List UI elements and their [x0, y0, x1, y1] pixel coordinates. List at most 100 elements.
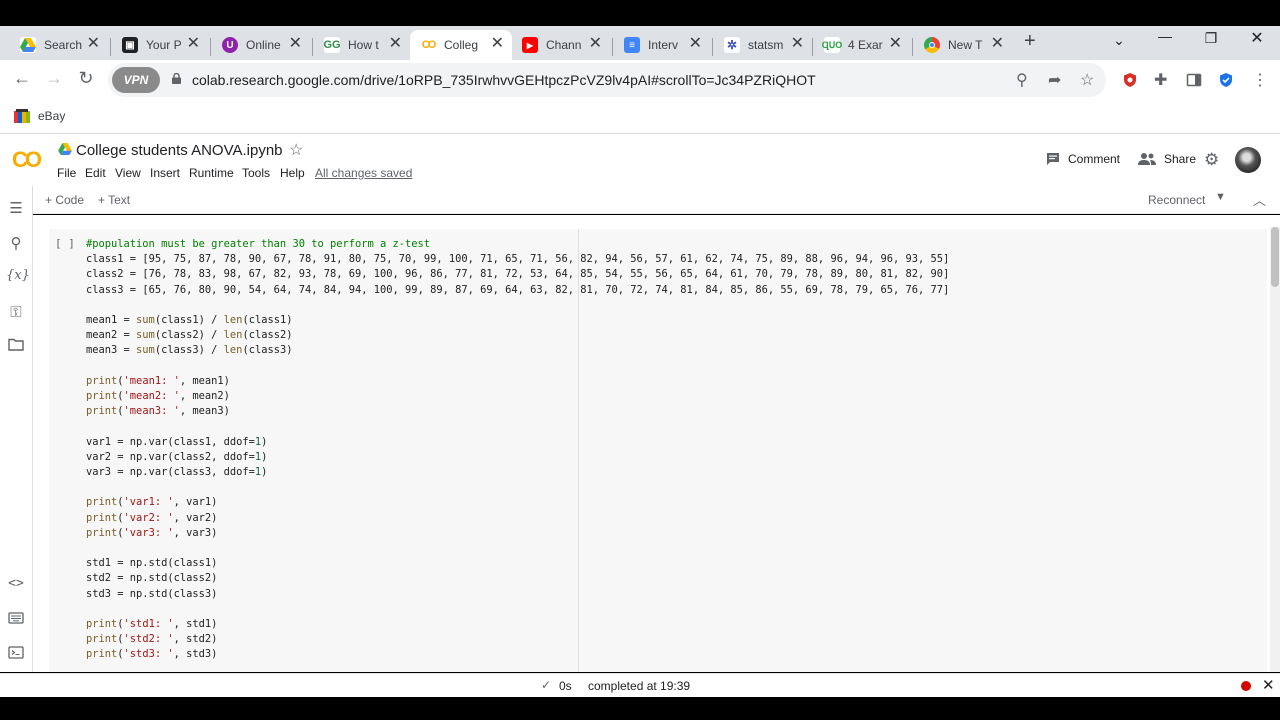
close-icon[interactable]: ✕: [187, 36, 200, 52]
dark-app-icon: ▣: [122, 37, 138, 53]
restore-icon[interactable]: ❐: [1196, 30, 1226, 47]
tab-4-exam[interactable]: ɊᑌO 4 Exar ✕: [814, 30, 910, 60]
close-icon[interactable]: ✕: [289, 36, 302, 52]
variables-icon[interactable]: {x}: [6, 268, 30, 283]
minimize-icon[interactable]: —: [1150, 28, 1180, 44]
shield-extension-icon[interactable]: [1122, 72, 1138, 88]
docs-icon: ≡: [624, 37, 640, 53]
scrollbar[interactable]: [1270, 227, 1280, 672]
tab-divider: [110, 38, 111, 56]
kebab-menu-icon[interactable]: ⋮: [1252, 70, 1268, 89]
code-editor[interactable]: #population must be greater than 30 to p…: [86, 237, 949, 663]
menu-help[interactable]: Help: [280, 166, 305, 180]
colab-logo[interactable]: CO: [12, 147, 42, 173]
share-label: Share: [1164, 152, 1197, 166]
reconnect-button[interactable]: Reconnect: [1148, 193, 1205, 207]
youtube-icon: ▶: [522, 37, 538, 53]
menu-insert[interactable]: Insert: [150, 166, 180, 180]
lock-icon[interactable]: [172, 73, 181, 84]
close-icon[interactable]: ✕: [589, 36, 602, 52]
browser-toolbar: ← → ↻ VPN colab.research.google.com/driv…: [0, 60, 1280, 100]
forward-arrow-icon[interactable]: →: [42, 68, 66, 89]
tab-title: statsm: [748, 38, 784, 52]
address-bar[interactable]: VPN colab.research.google.com/drive/1oRP…: [108, 63, 1106, 97]
google-drive-icon: [20, 37, 36, 53]
comment-button[interactable]: Comment: [1046, 152, 1120, 166]
scrollbar-thumb[interactable]: [1271, 227, 1279, 287]
check-icon: ✓: [541, 678, 552, 692]
tab-search[interactable]: Search ✕: [10, 30, 108, 60]
notebook-title[interactable]: College students ANOVA.ipynb: [76, 142, 283, 159]
table-of-contents-icon[interactable]: ☰: [6, 199, 26, 217]
menu-runtime[interactable]: Runtime: [189, 166, 234, 180]
people-icon: [1138, 153, 1156, 165]
new-tab-plus-icon[interactable]: +: [1024, 30, 1036, 53]
close-icon[interactable]: ✕: [491, 36, 504, 52]
share-arrow-icon[interactable]: ➦: [1048, 70, 1061, 90]
menu-edit[interactable]: Edit: [85, 166, 106, 180]
bookmark-star-icon[interactable]: ☆: [1080, 70, 1094, 90]
gear-icon[interactable]: ⚙: [1204, 150, 1219, 170]
star-icon[interactable]: ☆: [289, 140, 303, 160]
colab-icon: CO: [420, 37, 436, 53]
tab-online[interactable]: U Online ✕: [212, 30, 310, 60]
tab-channel[interactable]: ▶ Chann ✕: [512, 30, 610, 60]
menu-view[interactable]: View: [115, 166, 141, 180]
tab-search-chevron-icon[interactable]: ⌄: [1104, 32, 1134, 49]
close-icon[interactable]: ✕: [689, 36, 702, 52]
tab-title: Interv: [648, 38, 679, 52]
ebay-folder-icon[interactable]: [14, 109, 30, 123]
google-drive-icon[interactable]: [58, 143, 72, 155]
reload-icon[interactable]: ↻: [74, 68, 98, 89]
geeks-icon: GG: [323, 37, 341, 53]
key-icon[interactable]: ⚿: [6, 304, 26, 321]
close-icon[interactable]: ✕: [87, 36, 100, 52]
folder-icon[interactable]: [6, 338, 26, 355]
close-icon[interactable]: ✕: [991, 36, 1004, 52]
tab-divider: [210, 38, 211, 56]
tab-title: Chann: [546, 38, 582, 52]
comment-label: Comment: [1068, 152, 1121, 166]
class2-values: [76, 78, 83, 98, 67, 82, 93, 78, 69, 100…: [142, 268, 950, 281]
class3-values: [65, 76, 80, 90, 54, 64, 74, 84, 94, 100…: [142, 283, 950, 296]
menu-file[interactable]: File: [57, 166, 76, 180]
close-icon[interactable]: ✕: [389, 36, 402, 52]
bookmark-ebay[interactable]: eBay: [38, 109, 65, 123]
tab-divider: [312, 38, 313, 56]
save-status[interactable]: All changes saved: [315, 166, 412, 180]
blue-shield-icon[interactable]: [1218, 72, 1234, 88]
run-cell-button[interactable]: [ ]: [55, 237, 75, 250]
tab-how-t[interactable]: GG How t ✕: [314, 30, 410, 60]
add-text-button[interactable]: + Text: [98, 193, 130, 207]
tab-interview[interactable]: ≡ Interv ✕: [614, 30, 710, 60]
menu-tools[interactable]: Tools: [242, 166, 270, 180]
code-snippets-icon[interactable]: <>: [6, 576, 26, 591]
command-palette-icon[interactable]: [6, 611, 26, 628]
tab-statsmodels[interactable]: ✲ statsm ✕: [714, 30, 812, 60]
search-icon[interactable]: ⚲: [6, 234, 26, 252]
close-icon[interactable]: ✕: [1262, 676, 1275, 694]
zoom-search-icon[interactable]: ⚲: [1016, 70, 1028, 90]
caret-down-icon[interactable]: ▼: [1215, 191, 1226, 203]
purple-circle-icon: U: [222, 37, 238, 53]
side-panel-icon[interactable]: [1186, 72, 1202, 88]
close-icon[interactable]: ✕: [791, 36, 804, 52]
terminal-icon[interactable]: [6, 646, 26, 663]
bookmarks-bar: eBay: [0, 100, 1280, 134]
close-icon[interactable]: ✕: [889, 36, 902, 52]
share-button[interactable]: Share: [1138, 152, 1196, 166]
add-code-button[interactable]: + Code: [45, 193, 84, 207]
avatar[interactable]: [1235, 147, 1261, 173]
vpn-badge[interactable]: VPN: [112, 67, 160, 93]
tab-college-active[interactable]: CO Colleg ✕: [410, 30, 512, 60]
back-arrow-icon[interactable]: ←: [10, 68, 34, 89]
chevron-up-icon[interactable]: ︿: [1253, 190, 1266, 209]
window-close-icon[interactable]: ✕: [1242, 28, 1272, 48]
tab-new-tab[interactable]: New T ✕: [914, 30, 1012, 60]
left-sidebar: ☰ ⚲ {x} ⚿ <>: [0, 186, 33, 672]
tab-your-p[interactable]: ▣ Your P ✕: [112, 30, 208, 60]
url-text[interactable]: colab.research.google.com/drive/1oRPB_73…: [192, 72, 816, 88]
extensions-puzzle-icon[interactable]: ✚: [1154, 70, 1170, 89]
code-cell[interactable]: [ ] #population must be greater than 30 …: [49, 229, 1267, 672]
cell-toolbar: + Code + Text Reconnect ▼ ︿: [33, 186, 1280, 214]
